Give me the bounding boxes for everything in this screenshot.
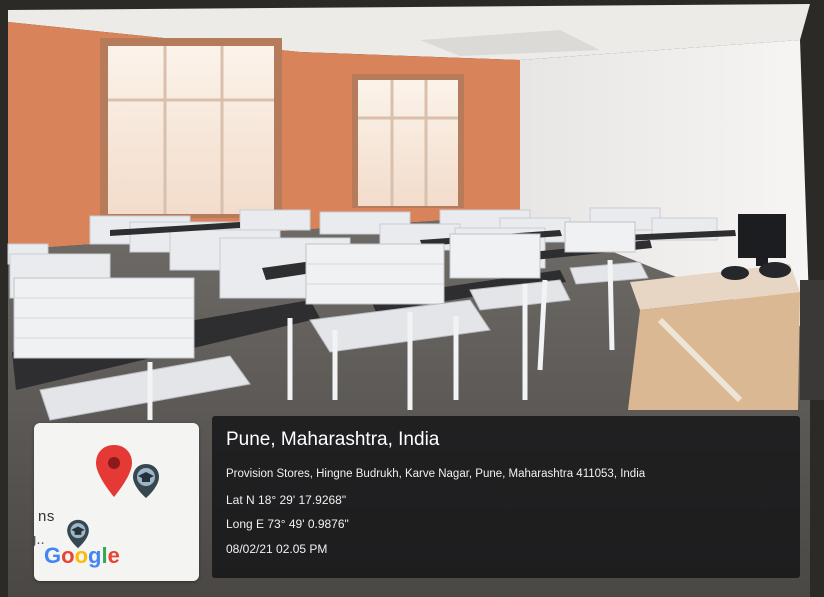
latitude-readout: Lat N 18° 29' 17.9268"	[226, 493, 347, 507]
geotag-info-panel: Pune, Maharashtra, India Provision Store…	[212, 416, 800, 578]
education-marker-icon	[133, 464, 159, 498]
logo-letter: G	[44, 543, 62, 568]
map-label-fragment: ns	[38, 508, 55, 525]
logo-letter: e	[107, 543, 120, 568]
map-thumbnail[interactable]: ns g.. Google	[34, 423, 199, 581]
logo-letter: g	[88, 543, 102, 568]
logo-letter: o	[74, 543, 89, 568]
longitude-readout: Long E 73° 49' 0.9876"	[226, 517, 349, 531]
map-pin-icon	[96, 445, 132, 497]
google-logo: Google	[44, 543, 120, 569]
location-address: Provision Stores, Hingne Budrukh, Karve …	[226, 468, 646, 480]
logo-letter: o	[61, 543, 75, 568]
location-city: Pune, Maharashtra, India	[226, 429, 440, 450]
timestamp: 08/02/21 02.05 PM	[226, 542, 328, 556]
